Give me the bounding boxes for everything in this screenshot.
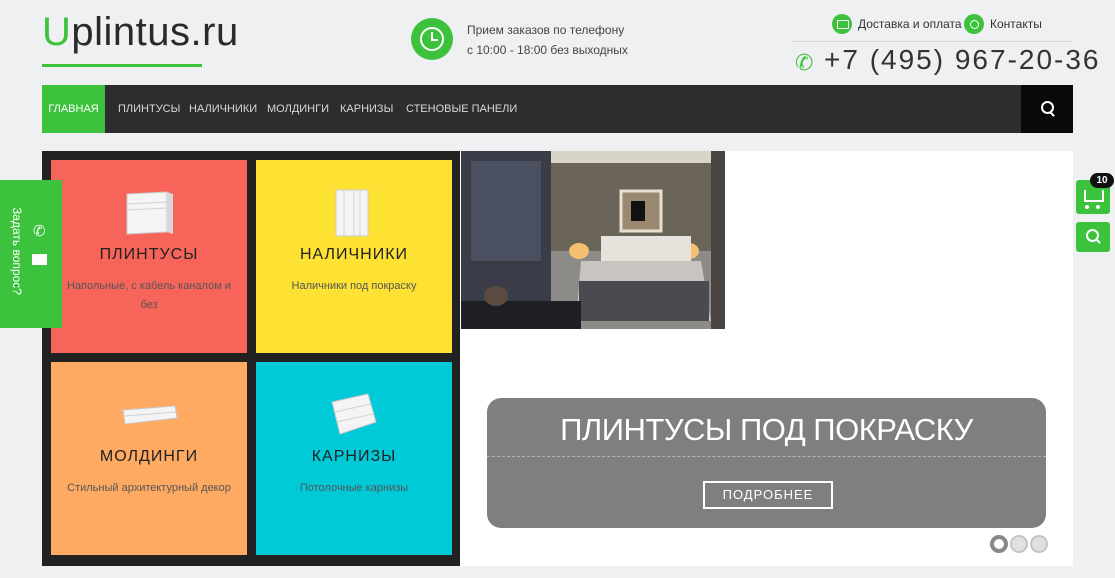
- cornice-icon: [331, 393, 377, 435]
- site-logo[interactable]: Uplintus.ru: [42, 10, 239, 55]
- tile-title: ПЛИНТУСЫ: [99, 246, 199, 263]
- cart-icon: [1084, 190, 1104, 202]
- side-search-button[interactable]: [1076, 222, 1110, 252]
- order-hours-line2: с 10:00 - 18:00 без выходных: [467, 43, 628, 57]
- clock-icon: [411, 18, 453, 60]
- slide-caption-title: ПЛИНТУСЫ ПОД ПОКРАСКУ: [560, 412, 973, 447]
- nav-item-plintusy[interactable]: ПЛИНТУСЫ: [118, 85, 180, 133]
- tile-moldingi[interactable]: МОЛДИНГИ Стильный архитектурный декор: [51, 362, 247, 555]
- ask-question-label: Задать вопрос?: [10, 207, 24, 295]
- door-casing-icon: [335, 189, 369, 237]
- contacts-link-label: Контакты: [990, 17, 1042, 31]
- phone-divider: [792, 41, 1073, 42]
- phone-icon: ✆: [33, 223, 46, 240]
- nav-search-button[interactable]: [1021, 85, 1073, 133]
- logo-underline: [42, 64, 202, 67]
- tile-karnizy[interactable]: КАРНИЗЫ Потолочные карнизы: [256, 362, 452, 555]
- tile-nalichniki[interactable]: НАЛИЧНИКИ Наличники под покраску: [256, 160, 452, 353]
- delivery-link-label: Доставка и оплата: [858, 17, 962, 31]
- tile-title: КАРНИЗЫ: [311, 448, 397, 465]
- money-icon: [832, 14, 852, 34]
- slider-dot-1[interactable]: [990, 535, 1008, 553]
- compass-icon: [964, 14, 984, 34]
- skirting-board-icon: [126, 191, 173, 235]
- main-nav: ГЛАВНАЯ ПЛИНТУСЫ НАЛИЧНИКИ МОЛДИНГИ КАРН…: [42, 85, 1073, 133]
- tile-title: НАЛИЧНИКИ: [299, 246, 409, 263]
- cart-count-badge: 10: [1090, 173, 1114, 188]
- nav-item-panels[interactable]: СТЕНОВЫЕ ПАНЕЛИ: [406, 85, 517, 133]
- logo-text: plintus.ru: [71, 10, 239, 54]
- envelope-icon: [32, 254, 47, 265]
- tile-description: Наличники под покраску: [291, 280, 417, 292]
- more-button[interactable]: ПОДРОБНЕЕ: [703, 481, 833, 509]
- order-hours-line1: Прием заказов по телефону: [467, 23, 625, 37]
- phone-icon: ✆: [795, 50, 814, 75]
- logo-letter-u: U: [42, 10, 72, 54]
- nav-item-home[interactable]: ГЛАВНАЯ: [42, 85, 105, 133]
- molding-icon: [122, 405, 178, 425]
- nav-item-karnizy[interactable]: КАРНИЗЫ: [340, 85, 393, 133]
- slider-dot-2[interactable]: [1010, 535, 1028, 553]
- nav-item-moldingi[interactable]: МОЛДИНГИ: [267, 85, 329, 133]
- tile-plintusy[interactable]: ПЛИНТУСЫ Напольные, с кабель каналом и б…: [51, 160, 247, 353]
- tile-description: Стильный архитектурный декор: [67, 482, 231, 494]
- tile-description: Потолочные карнизы: [299, 482, 409, 494]
- phone-number[interactable]: +7 (495) 967-20-36: [824, 44, 1101, 76]
- slide-photo-bedroom: [461, 151, 725, 329]
- slider-dot-3[interactable]: [1030, 535, 1048, 553]
- caption-divider: [487, 456, 1046, 457]
- slide-caption: ПЛИНТУСЫ ПОД ПОКРАСКУ ПОДРОБНЕЕ: [487, 398, 1046, 528]
- nav-item-nalichniki[interactable]: НАЛИЧНИКИ: [189, 85, 257, 133]
- bedroom-illustration: [461, 151, 725, 329]
- tile-description: Напольные, с кабель каналом и без: [67, 280, 231, 311]
- ask-question-tab[interactable]: Задать вопрос?: [0, 180, 62, 328]
- order-hours: Прием заказов по телефону с 10:00 - 18:0…: [467, 20, 628, 60]
- tile-title: МОЛДИНГИ: [99, 448, 199, 465]
